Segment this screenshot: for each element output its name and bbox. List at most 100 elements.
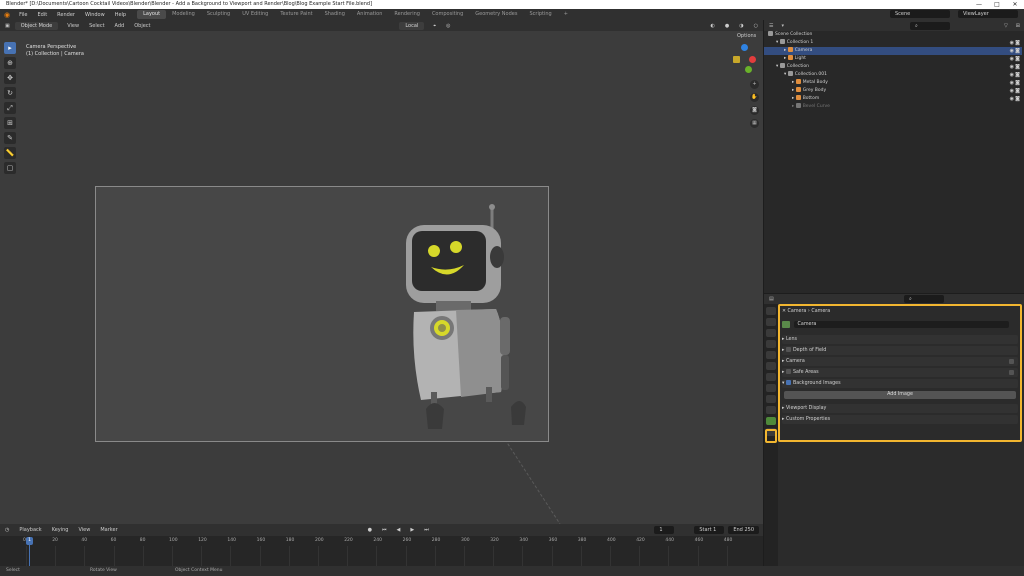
gizmo-z-axis-icon[interactable] bbox=[741, 44, 748, 51]
tab-world-icon[interactable] bbox=[766, 362, 776, 370]
tab-geometry-nodes[interactable]: Geometry Nodes bbox=[469, 10, 523, 19]
timeline-menu-keying[interactable]: Keying bbox=[47, 527, 74, 533]
outliner-row-scene-collection[interactable]: Scene Collection bbox=[764, 31, 1022, 39]
mode-dropdown[interactable]: Object Mode bbox=[14, 21, 59, 30]
new-collection-icon[interactable]: ⊞ bbox=[1012, 23, 1024, 29]
tab-camera-data-icon[interactable] bbox=[766, 417, 776, 425]
render-camera-icon[interactable]: ◙ bbox=[1015, 71, 1020, 79]
tab-scene-icon[interactable] bbox=[766, 351, 776, 359]
outliner-editor-type-icon[interactable]: ☰ bbox=[764, 23, 778, 29]
close-button[interactable]: ✕ bbox=[1006, 0, 1024, 9]
visibility-eye-icon[interactable]: ◉ bbox=[1010, 55, 1014, 63]
tab-physics-icon[interactable] bbox=[766, 395, 776, 403]
viewport-menu-view[interactable]: View bbox=[62, 23, 84, 29]
tab-rendering[interactable]: Rendering bbox=[388, 10, 426, 19]
timeline-editor-type-icon[interactable]: ◷ bbox=[0, 527, 14, 533]
start-frame-field[interactable]: Start 1 bbox=[694, 526, 725, 534]
tab-render-icon[interactable] bbox=[766, 318, 776, 326]
tab-output-icon[interactable] bbox=[766, 329, 776, 337]
menu-render[interactable]: Render bbox=[52, 12, 80, 18]
tab-animation[interactable]: Animation bbox=[351, 10, 389, 19]
editor-type-icon[interactable]: ▣ bbox=[0, 23, 15, 29]
jump-end-icon[interactable]: ⏭ bbox=[419, 527, 434, 533]
tab-object-icon[interactable] bbox=[766, 384, 776, 392]
zoom-icon[interactable]: + bbox=[750, 80, 759, 89]
timeline-playhead[interactable]: 1 bbox=[26, 537, 33, 545]
tab-uv-editing[interactable]: UV Editing bbox=[236, 10, 274, 19]
menu-edit[interactable]: Edit bbox=[32, 12, 52, 18]
render-camera-icon[interactable]: ◙ bbox=[1015, 79, 1020, 87]
transform-orientation-dropdown[interactable]: Local bbox=[399, 21, 425, 30]
jump-start-icon[interactable]: ⏮ bbox=[377, 527, 392, 533]
camera-view-icon[interactable]: ◙ bbox=[750, 106, 759, 115]
gizmo-x-axis-icon[interactable] bbox=[749, 56, 756, 63]
ortho-toggle-icon[interactable]: ▦ bbox=[750, 119, 759, 128]
camera-lock-icon[interactable] bbox=[733, 56, 740, 63]
scene-selector[interactable]: Scene bbox=[890, 10, 950, 18]
render-camera-icon[interactable]: ◙ bbox=[1015, 87, 1020, 95]
timeline-menu-view[interactable]: View bbox=[73, 527, 95, 533]
shading-solid-icon[interactable]: ● bbox=[720, 23, 734, 29]
outliner-search-input[interactable]: ⌕ bbox=[909, 21, 950, 30]
tab-sculpting[interactable]: Sculpting bbox=[201, 10, 236, 19]
tab-constraints-icon[interactable] bbox=[766, 406, 776, 414]
annotate-tool-icon[interactable]: ✎ bbox=[4, 132, 16, 144]
play-icon[interactable]: ▶ bbox=[405, 527, 419, 533]
add-cube-tool-icon[interactable]: ▢ bbox=[4, 162, 16, 174]
render-camera-icon[interactable]: ◙ bbox=[1015, 39, 1020, 47]
visibility-eye-icon[interactable]: ◉ bbox=[1010, 71, 1014, 79]
visibility-eye-icon[interactable]: ◉ bbox=[1010, 87, 1014, 95]
cursor-tool-icon[interactable]: ⊕ bbox=[4, 57, 16, 69]
outliner-row-metal-body[interactable]: ▸ Metal Body ◉ ◙ bbox=[764, 79, 1022, 87]
tab-layout[interactable]: Layout bbox=[137, 10, 167, 19]
visibility-eye-icon[interactable]: ◉ bbox=[1010, 39, 1014, 47]
render-camera-icon[interactable]: ◙ bbox=[1015, 55, 1020, 63]
record-icon[interactable]: ● bbox=[363, 527, 377, 533]
timeline-menu-playback[interactable]: Playback bbox=[14, 527, 46, 533]
tab-view-layer-icon[interactable] bbox=[766, 340, 776, 348]
proportional-edit-icon[interactable]: ◎ bbox=[441, 23, 455, 29]
menu-window[interactable]: Window bbox=[80, 12, 110, 18]
menu-file[interactable]: File bbox=[14, 12, 32, 18]
outliner-row-bottom[interactable]: ▸ Bottom ◉ ◙ bbox=[764, 95, 1022, 103]
viewport-menu-object[interactable]: Object bbox=[129, 23, 155, 29]
tab-shading[interactable]: Shading bbox=[319, 10, 351, 19]
tab-texture-paint[interactable]: Texture Paint bbox=[274, 10, 318, 19]
properties-search-input[interactable]: ⌕ bbox=[904, 295, 944, 303]
tab-compositing[interactable]: Compositing bbox=[426, 10, 469, 19]
overlay-icon[interactable]: ◐ bbox=[706, 23, 720, 29]
blender-logo-icon[interactable]: ◉ bbox=[0, 11, 14, 19]
play-reverse-icon[interactable]: ◀ bbox=[392, 527, 406, 533]
properties-editor-type-icon[interactable]: ▤ bbox=[764, 296, 779, 302]
maximize-button[interactable]: □ bbox=[988, 0, 1006, 9]
render-camera-icon[interactable]: ◙ bbox=[1015, 47, 1020, 55]
visibility-eye-icon[interactable]: ◉ bbox=[1010, 47, 1014, 55]
shading-rendered-icon[interactable]: ○ bbox=[749, 23, 763, 29]
minimize-button[interactable]: — bbox=[970, 0, 988, 9]
timeline-menu-marker[interactable]: Marker bbox=[95, 527, 122, 533]
shading-material-icon[interactable]: ◑ bbox=[734, 23, 748, 29]
timeline-ruler[interactable]: 0 20 40 60 80 100 120 140 160 180 200 220 240 260 280 3… bbox=[0, 536, 763, 566]
outliner-row-collection-001[interactable]: ▾ Collection.001 ◉ ◙ bbox=[764, 71, 1022, 79]
measure-tool-icon[interactable]: 📏 bbox=[4, 147, 16, 159]
outliner-row-collection[interactable]: ▾ Collection ◉ ◙ bbox=[764, 63, 1022, 71]
tab-collection-icon[interactable] bbox=[766, 373, 776, 381]
viewport-menu-select[interactable]: Select bbox=[84, 23, 109, 29]
pan-icon[interactable]: ✋ bbox=[750, 93, 759, 102]
tab-scripting[interactable]: Scripting bbox=[523, 10, 557, 19]
outliner-row-light[interactable]: ▸ Light ◉ ◙ bbox=[764, 55, 1022, 63]
outliner-row-bevel-curve[interactable]: ▸ Bevel Curve bbox=[764, 103, 1022, 111]
current-frame-field[interactable]: 1 bbox=[654, 526, 675, 534]
visibility-eye-icon[interactable]: ◉ bbox=[1010, 95, 1014, 103]
gizmo-y-axis-icon[interactable] bbox=[745, 66, 752, 73]
snap-icon[interactable]: ⌖ bbox=[428, 23, 441, 29]
rotate-tool-icon[interactable]: ↻ bbox=[4, 87, 16, 99]
end-frame-field[interactable]: End 250 bbox=[728, 526, 759, 534]
render-camera-icon[interactable]: ◙ bbox=[1015, 95, 1020, 103]
visibility-eye-icon[interactable]: ◉ bbox=[1010, 79, 1014, 87]
viewlayer-selector[interactable]: ViewLayer bbox=[958, 10, 1018, 18]
outliner-display-mode-icon[interactable]: ▾ bbox=[778, 23, 787, 29]
outliner-row-collection-1[interactable]: ▾ Collection 1 ◉ ◙ bbox=[764, 39, 1022, 47]
outliner-row-camera[interactable]: ▸ Camera ◉ ◙ bbox=[764, 47, 1022, 55]
render-camera-icon[interactable]: ◙ bbox=[1015, 63, 1020, 71]
